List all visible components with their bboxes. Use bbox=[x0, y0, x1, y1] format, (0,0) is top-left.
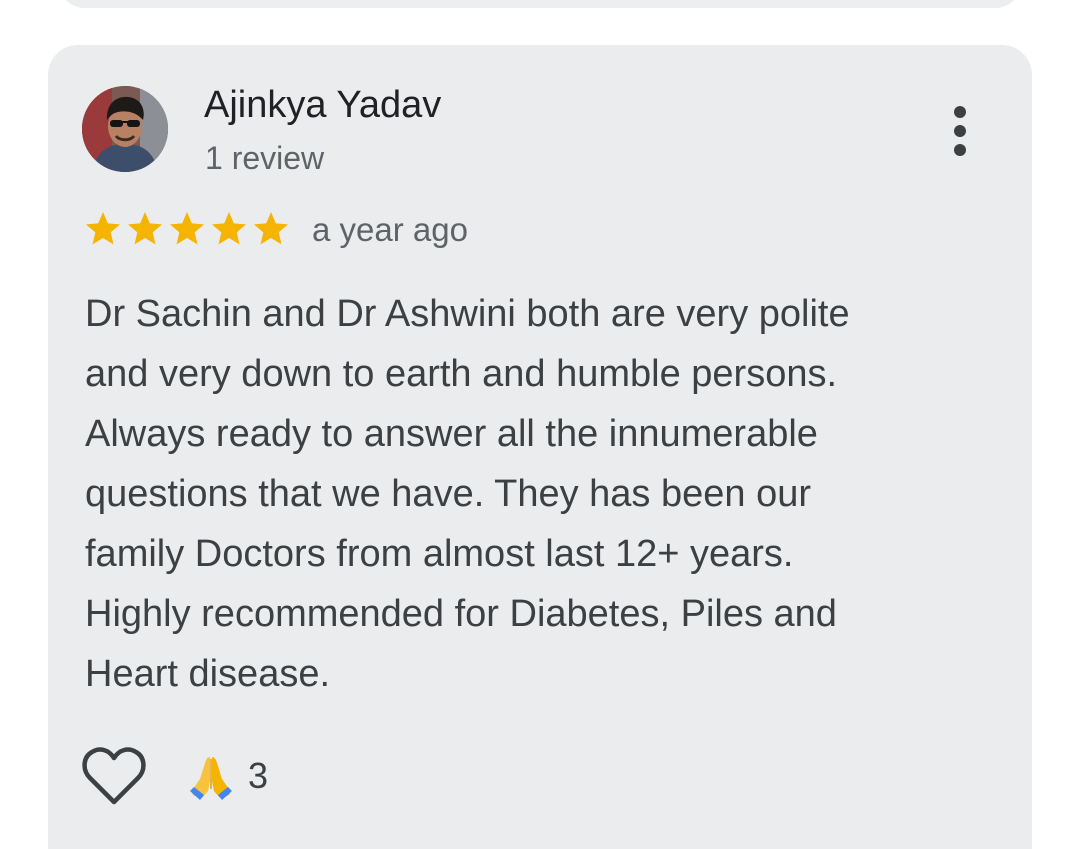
star-rating bbox=[83, 206, 291, 252]
review-text-line: Dr Sachin and Dr Ashwini both are very p… bbox=[85, 293, 850, 335]
reaction-chip[interactable]: 3 bbox=[188, 748, 268, 804]
previous-review-card bbox=[60, 0, 1020, 8]
star-icon bbox=[212, 212, 246, 245]
reviewer-avatar[interactable] bbox=[82, 86, 168, 172]
user-photo-icon bbox=[82, 86, 168, 172]
like-button[interactable] bbox=[80, 744, 148, 810]
reaction-count: 3 bbox=[248, 755, 269, 796]
review-text-line: questions that we have. They has been ou… bbox=[85, 473, 812, 515]
star-icon bbox=[86, 212, 120, 245]
review-text-line: family Doctors from almost last 12+ year… bbox=[85, 533, 794, 575]
heart-outline-icon bbox=[82, 747, 146, 805]
folded-hands-emoji-icon bbox=[190, 757, 232, 800]
more-vert-icon-dot bbox=[954, 144, 966, 156]
star-icon bbox=[128, 212, 162, 245]
review-text-line: Heart disease. bbox=[85, 653, 331, 695]
star-icon bbox=[254, 212, 288, 245]
review-text-line: and very down to earth and humble person… bbox=[85, 353, 838, 395]
review-date: a year ago bbox=[312, 211, 468, 248]
reviewer-review-count: 1 review bbox=[205, 140, 325, 176]
reviewer-name[interactable]: Ajinkya Yadav bbox=[204, 82, 441, 128]
more-vert-icon-dot bbox=[954, 125, 966, 137]
review-text: Dr Sachin and Dr Ashwini both are very p… bbox=[85, 284, 965, 704]
more-options-button[interactable] bbox=[934, 96, 986, 166]
star-icon bbox=[170, 212, 204, 245]
reviews-screen: Ajinkya Yadav 1 review a year ago Dr Sac… bbox=[0, 0, 1080, 849]
more-vert-icon bbox=[954, 106, 966, 118]
review-text-line: Always ready to answer all the innumerab… bbox=[85, 413, 818, 455]
review-text-line: Highly recommended for Diabetes, Piles a… bbox=[85, 593, 837, 635]
